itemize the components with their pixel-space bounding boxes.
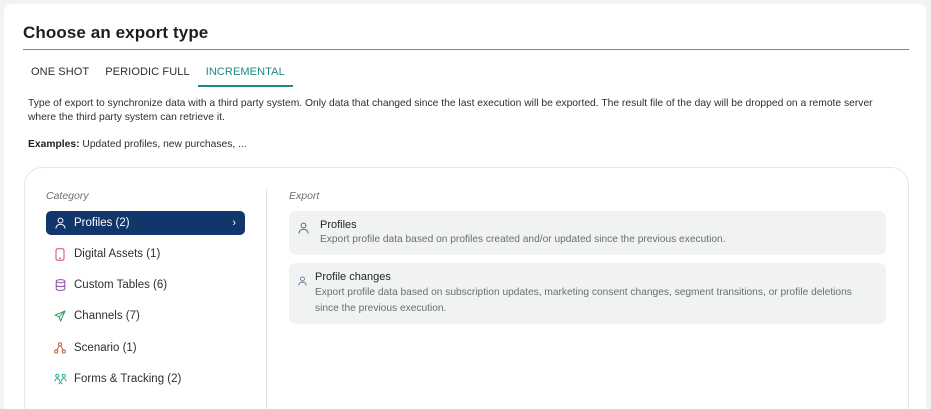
category-item-forms-tracking[interactable]: Forms & Tracking (2) — [46, 367, 245, 391]
export-option-description: Export profile data based on profiles cr… — [320, 234, 726, 245]
category-label: Scenario (1) — [74, 342, 137, 354]
user-icon — [298, 221, 310, 234]
examples-value: Updated profiles, new purchases, ... — [79, 139, 247, 150]
export-option-title: Profile changes — [315, 271, 391, 283]
category-label: Channels (7) — [74, 310, 140, 322]
examples-label: Examples: — [28, 139, 80, 150]
user-icon — [298, 273, 310, 286]
phone-icon — [53, 247, 67, 261]
database-icon — [53, 278, 67, 292]
user-icon — [53, 216, 67, 230]
panel-divider — [266, 189, 267, 409]
export-option-title: Profiles — [320, 219, 357, 231]
examples-text: Examples: Updated profiles, new purchase… — [28, 139, 247, 150]
tab-one-shot[interactable]: ONE SHOT — [23, 60, 97, 87]
category-item-channels[interactable]: Channels (7) — [46, 304, 245, 328]
category-label: Forms & Tracking (2) — [74, 373, 182, 385]
category-column-label: Category — [46, 190, 89, 202]
export-option-profiles[interactable]: Profiles Export profile data based on pr… — [289, 211, 886, 255]
export-type-description: Type of export to synchronize data with … — [28, 98, 873, 123]
export-option-description: Export profile data based on subscriptio… — [315, 287, 852, 314]
export-option-profile-changes[interactable]: Profile changes Export profile data base… — [289, 263, 886, 324]
export-type-tabs: ONE SHOT PERIODIC FULL INCREMENTAL — [23, 60, 293, 87]
send-icon — [53, 309, 67, 323]
people-icon — [53, 372, 67, 386]
category-label: Profiles (2) — [74, 217, 130, 229]
category-item-custom-tables[interactable]: Custom Tables (6) — [46, 273, 245, 297]
title-divider — [23, 49, 909, 50]
category-item-digital-assets[interactable]: Digital Assets (1) — [46, 242, 245, 266]
category-label: Digital Assets (1) — [74, 248, 161, 260]
tab-incremental[interactable]: INCREMENTAL — [197, 60, 293, 87]
page-title: Choose an export type — [23, 23, 209, 42]
tab-periodic-full[interactable]: PERIODIC FULL — [97, 60, 197, 87]
category-item-profiles[interactable]: Profiles (2) › — [46, 211, 245, 235]
export-column-label: Export — [289, 190, 320, 202]
chevron-right-icon: › — [232, 217, 236, 229]
share-icon — [53, 341, 67, 355]
category-item-scenario[interactable]: Scenario (1) — [46, 336, 245, 360]
category-label: Custom Tables (6) — [74, 279, 168, 291]
